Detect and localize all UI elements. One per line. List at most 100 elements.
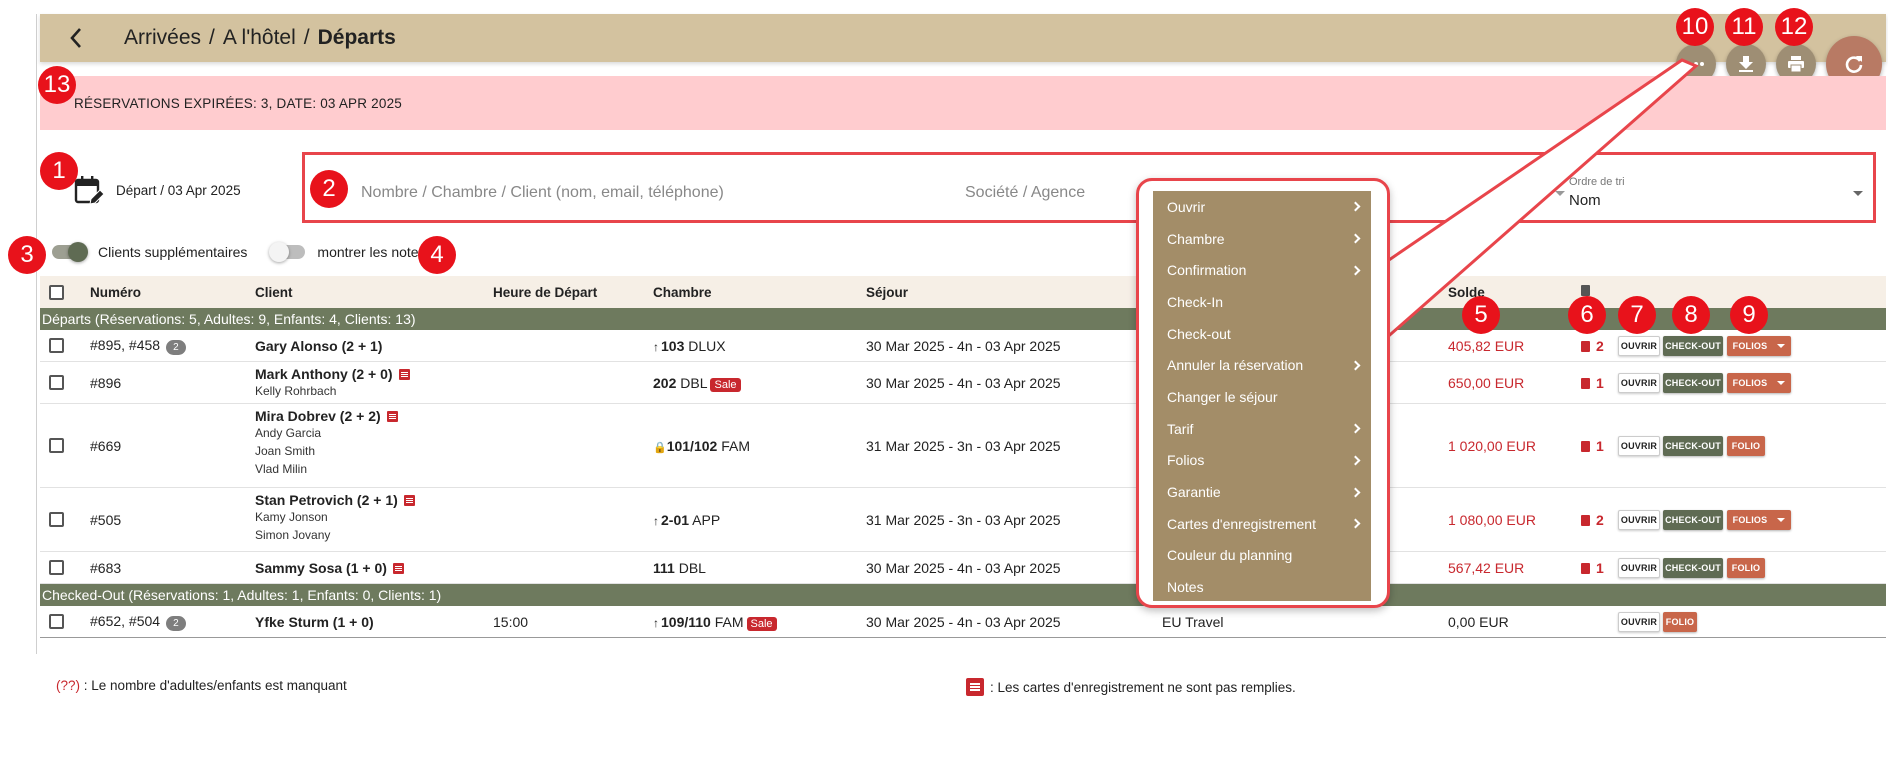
client-cell: Mira Dobrev (2 + 2) Andy Garcia Joan Smi… <box>255 408 398 478</box>
table-row[interactable]: #895, #458 2 Gary Alonso (2 + 1) ↑ 103 DLU… <box>40 330 1886 362</box>
reservation-number: #669 <box>90 438 122 454</box>
check-out-button[interactable]: CHECK-OUT <box>1663 436 1723 456</box>
check-out-button[interactable]: CHECK-OUT <box>1663 510 1723 530</box>
check-out-button[interactable]: CHECK-OUT <box>1663 336 1723 356</box>
company-agency-select[interactable]: Société / Agence <box>965 184 1085 202</box>
expired-reservations-alert: RÉSERVATIONS EXPIRÉES: 3, DATE: 03 APR 2… <box>40 76 1886 130</box>
check-out-button[interactable]: CHECK-OUT <box>1663 558 1723 578</box>
documents-count[interactable]: 1 <box>1581 375 1604 391</box>
extra-client: Joan Smith <box>255 444 316 458</box>
row-checkbox[interactable] <box>49 438 64 453</box>
folios-dropdown-button[interactable]: FOLIOS <box>1727 510 1791 530</box>
documents-count[interactable]: 2 <box>1581 512 1604 528</box>
annotation-badge: 6 <box>1568 296 1606 334</box>
client-name[interactable]: Mark Anthony (2 + 0) <box>255 366 393 382</box>
client-name[interactable]: Stan Petrovich (2 + 1) <box>255 492 398 508</box>
open-button[interactable]: OUVRIR <box>1618 373 1660 393</box>
table-row[interactable]: #505 Stan Petrovich (2 + 1) Kamy Jonson … <box>40 488 1886 552</box>
top-bar: Arrivées / A l'hôtel / Départs <box>40 14 1886 62</box>
folios-dropdown-button[interactable]: FOLIOS <box>1727 373 1791 393</box>
menu-item-changer-le-s-jour[interactable]: Changer le séjour <box>1153 381 1371 413</box>
document-icon <box>1581 378 1590 389</box>
search-input[interactable]: Nombre / Chambre / Client (nom, email, t… <box>361 184 724 202</box>
client-name[interactable]: Gary Alonso (2 + 1) <box>255 338 382 354</box>
table-row[interactable]: #652, #504 2 Yfke Sturm (1 + 0) 15:00 ↑ 10… <box>40 606 1886 638</box>
row-checkbox[interactable] <box>49 512 64 527</box>
group-row-checked-out: Checked-Out (Réservations: 1, Adultes: 1… <box>40 584 1886 606</box>
annotation-badge: 9 <box>1730 296 1768 334</box>
documents-count[interactable]: 1 <box>1581 560 1604 576</box>
row-checkbox[interactable] <box>49 560 64 575</box>
room: 111 DBL <box>653 560 706 576</box>
chevron-right-icon <box>1350 233 1361 244</box>
annotation-badge: 1 <box>40 152 78 190</box>
table-row[interactable]: #683 Sammy Sosa (1 + 0) 111 DBL 30 Mar 2… <box>40 552 1886 584</box>
table-header: Numéro Client Heure de Départ Chambre Sé… <box>40 276 1886 308</box>
table-row[interactable]: #896 Mark Anthony (2 + 0) Kelly Rohrbach… <box>40 362 1886 404</box>
missing-marker: (??) <box>56 678 81 693</box>
client-name[interactable]: Yfke Sturm (1 + 0) <box>255 614 374 630</box>
menu-item-couleur-du-planning[interactable]: Couleur du planning <box>1153 540 1371 572</box>
column-number[interactable]: Numéro <box>90 285 141 300</box>
menu-item-label: Changer le séjour <box>1167 388 1278 405</box>
room: 🔒101/102 FAM <box>653 438 750 454</box>
table-row[interactable]: #669 Mira Dobrev (2 + 2) Andy Garcia Joa… <box>40 404 1886 488</box>
menu-item-chambre[interactable]: Chambre <box>1153 223 1371 255</box>
menu-item-garantie[interactable]: Garantie <box>1153 476 1371 508</box>
column-departure-time[interactable]: Heure de Départ <box>493 285 597 300</box>
back-button[interactable] <box>48 14 104 62</box>
group-row-departures: Départs (Réservations: 5, Adultes: 9, En… <box>40 308 1886 330</box>
menu-item-folios[interactable]: Folios <box>1153 445 1371 477</box>
menu-item-check-in[interactable]: Check-In <box>1153 286 1371 318</box>
folio-button[interactable]: FOLIO <box>1727 558 1765 578</box>
balance: 1 080,00 EUR <box>1448 512 1536 528</box>
row-checkbox[interactable] <box>49 614 64 629</box>
stay-dates: 30 Mar 2025 - 4n - 03 Apr 2025 <box>866 560 1061 576</box>
document-icon <box>1581 285 1590 296</box>
open-button[interactable]: OUVRIR <box>1618 336 1660 356</box>
row-checkbox[interactable] <box>49 375 64 390</box>
menu-item-cartes-d-enregistrement[interactable]: Cartes d'enregistrement <box>1153 508 1371 540</box>
sort-order-label: Ordre de tri <box>1569 176 1625 188</box>
client-cell: Mark Anthony (2 + 0) Kelly Rohrbach <box>255 366 410 400</box>
row-checkbox[interactable] <box>49 338 64 353</box>
balance: 0,00 EUR <box>1448 614 1509 630</box>
menu-item-annuler-la-r-servation[interactable]: Annuler la réservation <box>1153 349 1371 381</box>
breadcrumb-arrivals[interactable]: Arrivées <box>124 26 201 50</box>
open-button[interactable]: OUVRIR <box>1618 510 1660 530</box>
folio-button[interactable]: FOLIO <box>1727 436 1765 456</box>
chevron-right-icon <box>1350 423 1361 434</box>
open-button[interactable]: OUVRIR <box>1618 612 1660 632</box>
check-out-button[interactable]: CHECK-OUT <box>1663 373 1723 393</box>
menu-item-notes[interactable]: Notes <box>1153 571 1371 603</box>
sort-order-select[interactable]: Nom <box>1569 192 1601 209</box>
menu-item-ouvrir[interactable]: Ouvrir <box>1153 191 1371 223</box>
open-button[interactable]: OUVRIR <box>1618 436 1660 456</box>
open-button[interactable]: OUVRIR <box>1618 558 1660 578</box>
upgrade-arrow-icon: ↑ <box>653 514 659 528</box>
column-stay[interactable]: Séjour <box>866 285 908 300</box>
annotation-badge: 7 <box>1618 296 1656 334</box>
extra-client: Andy Garcia <box>255 426 322 440</box>
registration-card-icon <box>398 369 410 380</box>
documents-count[interactable]: 1 <box>1581 438 1604 454</box>
client-name[interactable]: Sammy Sosa (1 + 0) <box>255 560 387 576</box>
cards-note-text: : Les cartes d'enregistrement ne sont pa… <box>990 679 1296 695</box>
menu-item-tarif[interactable]: Tarif <box>1153 413 1371 445</box>
folios-dropdown-button[interactable]: FOLIOS <box>1727 336 1791 356</box>
client-name[interactable]: Mira Dobrev (2 + 2) <box>255 408 381 424</box>
date-selector[interactable]: Départ / 03 Apr 2025 <box>74 174 241 206</box>
column-room[interactable]: Chambre <box>653 285 712 300</box>
menu-item-label: Folios <box>1167 452 1205 469</box>
documents-count[interactable]: 2 <box>1581 338 1604 354</box>
menu-item-check-out[interactable]: Check-out <box>1153 318 1371 350</box>
reservation-count-badge: 2 <box>166 340 186 355</box>
select-all-checkbox[interactable] <box>49 285 64 300</box>
stay-dates: 31 Mar 2025 - 3n - 03 Apr 2025 <box>866 438 1061 454</box>
menu-item-confirmation[interactable]: Confirmation <box>1153 254 1371 286</box>
breadcrumb-in-house[interactable]: A l'hôtel <box>223 26 296 50</box>
column-client[interactable]: Client <box>255 285 293 300</box>
folio-button[interactable]: FOLIO <box>1663 612 1697 632</box>
show-notes-toggle[interactable] <box>269 242 306 262</box>
extra-clients-toggle[interactable] <box>52 242 88 262</box>
